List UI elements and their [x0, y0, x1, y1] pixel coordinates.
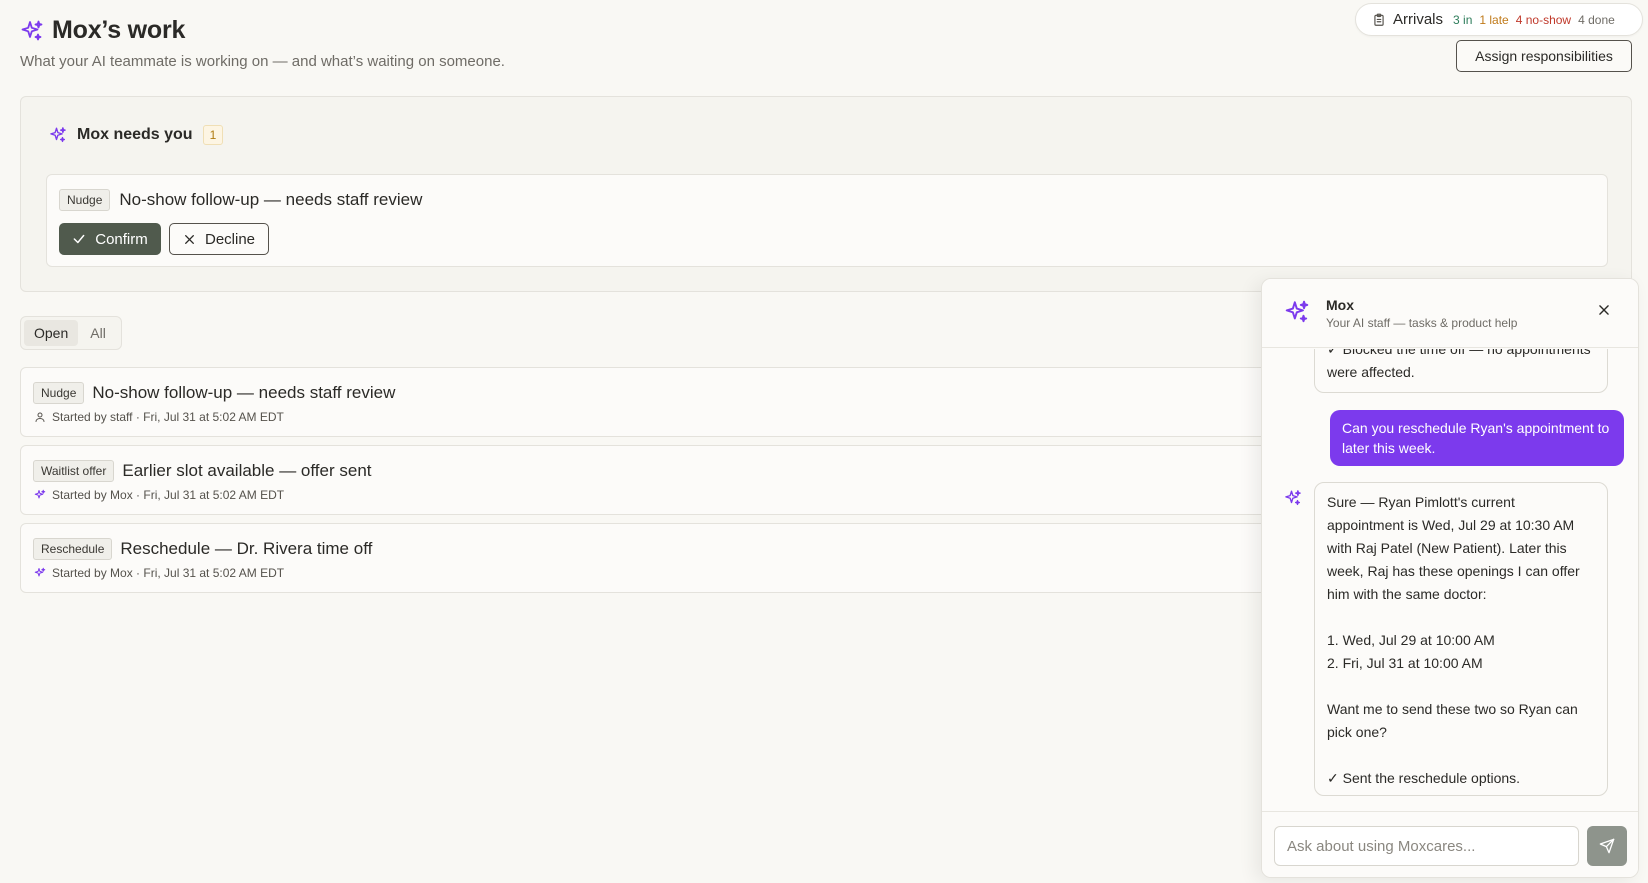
message-line: [1327, 675, 1595, 698]
task-type-tag: Reschedule: [33, 538, 113, 560]
task-meta-text: Started by Mox · Fri, Jul 31 at 5:02 AM …: [52, 566, 285, 580]
task-meta: Started by Mox · Fri, Jul 31 at 5:02 AM …: [34, 488, 284, 502]
user-message: Can you reschedule Ryan's appointment to…: [1330, 410, 1624, 466]
sparkle-icon: [49, 126, 67, 144]
needs-you-item-title: No-show follow-up — needs staff review: [119, 190, 423, 209]
task-row-header: Reschedule Reschedule — Dr. Rivera time …: [33, 538, 372, 560]
task-meta: Started by staff · Fri, Jul 31 at 5:02 A…: [34, 410, 284, 424]
filter-tabs: Open All: [20, 316, 122, 350]
assistant-message: ✓ Blocked the time off — no appointments…: [1314, 349, 1608, 393]
close-icon[interactable]: [1597, 303, 1611, 317]
arrivals-late-count: 1 late: [1479, 12, 1509, 27]
task-type-tag: Nudge: [33, 382, 85, 404]
arrivals-label: Arrivals: [1393, 11, 1444, 28]
chat-messages[interactable]: ✓ Blocked the time off — no appointments…: [1262, 349, 1638, 811]
decline-button[interactable]: Decline: [169, 223, 269, 255]
task-meta-text: Started by staff · Fri, Jul 31 at 5:02 A…: [52, 410, 284, 424]
needs-you-item-row: Nudge No-show follow-up — needs staff re…: [59, 189, 422, 211]
page-subtitle: What your AI teammate is working on — an…: [20, 53, 505, 70]
arrivals-in-count: 3 in: [1453, 12, 1473, 27]
clipboard-icon: [1372, 13, 1386, 27]
task-row-header: Nudge No-show follow-up — needs staff re…: [33, 382, 395, 404]
message-line: ✓ Sent the reschedule options.: [1327, 770, 1521, 786]
needs-you-title: Mox needs you: [77, 126, 193, 143]
check-icon: [72, 232, 86, 246]
arrivals-done-count: 4 done: [1578, 12, 1615, 27]
sparkle-icon: [34, 567, 46, 579]
message-line: 1. Wed, Jul 29 at 10:00 AM: [1327, 632, 1495, 648]
needs-you-card: Mox needs you 1 Nudge No-show follow-up …: [20, 96, 1632, 292]
page-title: Mox’s work: [52, 16, 186, 44]
assign-responsibilities-button[interactable]: Assign responsibilities: [1456, 40, 1632, 72]
needs-you-header: Mox needs you 1: [49, 125, 224, 145]
chat-header: Mox Your AI staff — tasks & product help: [1262, 279, 1638, 348]
close-icon: [183, 233, 196, 246]
page-header: Mox’s work What your AI teammate is work…: [20, 16, 505, 70]
needs-you-count-badge: 1: [202, 125, 224, 145]
task-row-header: Waitlist offer Earlier slot available — …: [33, 460, 372, 482]
message-line: [1327, 606, 1595, 629]
message-line: 2. Fri, Jul 31 at 10:00 AM: [1327, 655, 1483, 671]
arrivals-summary[interactable]: Arrivals 3 in 1 late 4 no-show 4 done: [1355, 3, 1643, 36]
sparkle-icon: [1284, 489, 1302, 507]
needs-you-actions: Confirm Decline: [59, 223, 269, 255]
chat-composer: [1262, 811, 1638, 877]
task-meta-text: Started by Mox · Fri, Jul 31 at 5:02 AM …: [52, 488, 285, 502]
decline-label: Decline: [204, 230, 256, 248]
tab-all[interactable]: All: [80, 320, 116, 346]
task-title: Earlier slot available — offer sent: [122, 461, 372, 480]
title-row: Mox’s work: [20, 16, 505, 45]
task-type-tag: Nudge: [59, 189, 111, 211]
task-title: No-show follow-up — needs staff review: [92, 383, 396, 402]
needs-you-item[interactable]: Nudge No-show follow-up — needs staff re…: [46, 174, 1608, 267]
task-title: Reschedule — Dr. Rivera time off: [120, 539, 373, 558]
task-meta: Started by Mox · Fri, Jul 31 at 5:02 AM …: [34, 566, 284, 580]
arrivals-no-show-count: 4 no-show: [1515, 12, 1572, 27]
chat-title: Mox: [1326, 297, 1354, 313]
tab-open[interactable]: Open: [24, 320, 79, 346]
message-line: Sure — Ryan Pimlott's current appointmen…: [1327, 494, 1580, 602]
confirm-label: Confirm: [95, 230, 148, 248]
task-type-tag: Waitlist offer: [33, 460, 115, 482]
message-line: [1327, 744, 1595, 767]
sparkle-icon: [1284, 299, 1310, 325]
chat-subtitle: Your AI staff — tasks & product help: [1326, 316, 1518, 330]
chat-input[interactable]: [1274, 826, 1579, 866]
sparkle-icon: [34, 489, 46, 501]
mox-chat-panel: ✓ Blocked the time off — no appointments…: [1261, 278, 1639, 878]
person-icon: [34, 411, 46, 423]
send-button[interactable]: [1587, 826, 1627, 866]
confirm-button[interactable]: Confirm: [59, 223, 161, 255]
send-icon: [1599, 838, 1615, 854]
sparkle-icon: [20, 19, 44, 43]
message-line: Want me to send these two so Ryan can pi…: [1327, 701, 1578, 740]
assistant-message: Sure — Ryan Pimlott's current appointmen…: [1314, 482, 1608, 796]
